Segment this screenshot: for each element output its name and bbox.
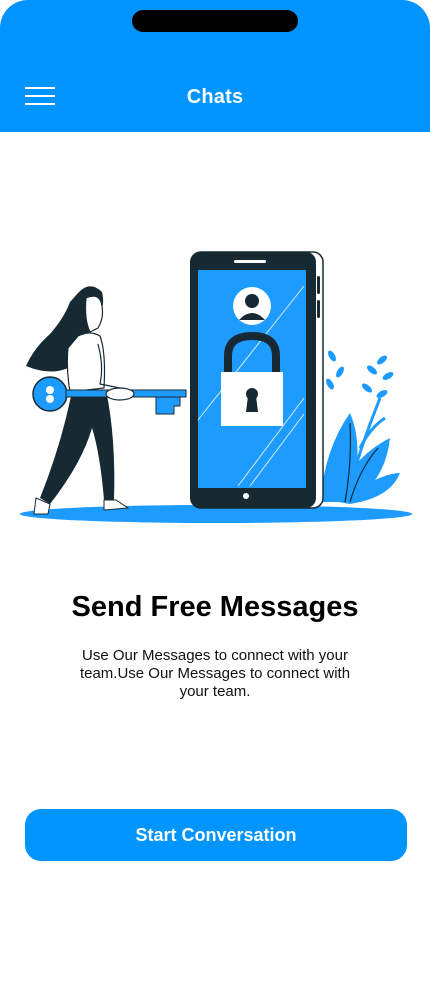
key-icon — [32, 376, 187, 415]
headline: Send Free Messages — [71, 591, 359, 623]
page-title: Chats — [186, 86, 244, 108]
subtitle: Use Our Messages to connect with your te… — [79, 647, 351, 700]
device-notch — [132, 10, 298, 32]
start-conversation-button[interactable]: Start Conversation — [25, 809, 407, 861]
smartphone-icon — [190, 251, 324, 509]
woman-with-key-unlocking-phone-illustration — [20, 251, 412, 523]
plant-icon — [320, 350, 400, 504]
app-header: Chats — [0, 0, 430, 132]
